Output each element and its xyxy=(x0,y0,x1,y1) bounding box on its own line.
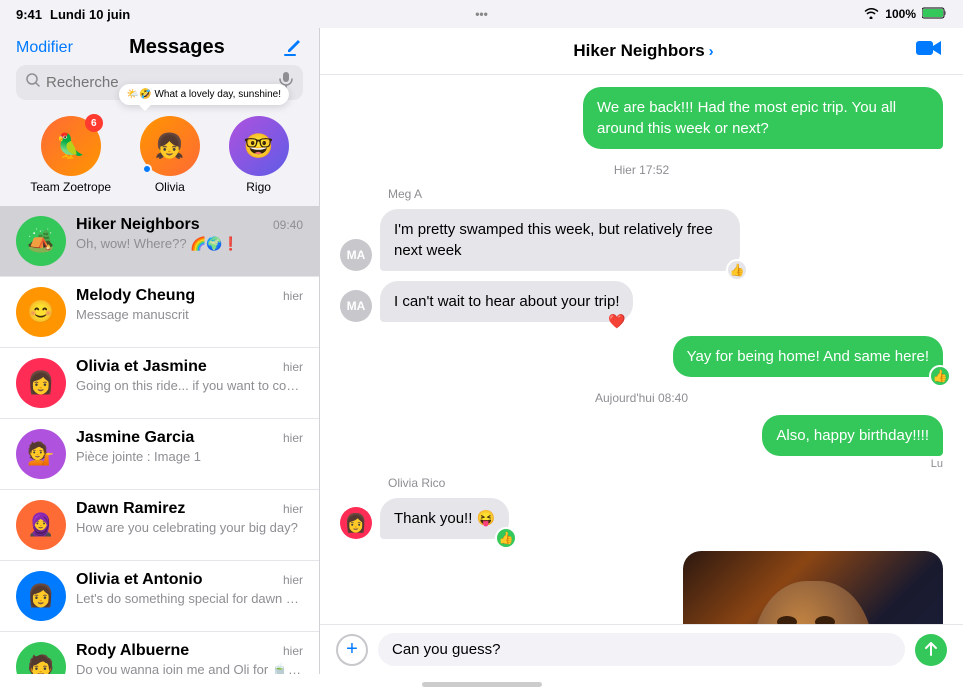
conv-preview: Going on this ride... if you want to com… xyxy=(76,378,303,393)
home-indicator xyxy=(0,674,963,694)
edit-button[interactable]: Modifier xyxy=(16,39,73,57)
pinned-name-rigo: Rigo xyxy=(246,180,271,194)
bubble-popup: 🌤️🤣 What a lovely day, sunshine! xyxy=(119,84,289,105)
pinned-contact-team-zoetrope[interactable]: 🦜 6 Team Zoetrope xyxy=(30,116,111,194)
blue-dot xyxy=(142,164,152,174)
read-receipt: Lu xyxy=(762,458,943,470)
home-bar xyxy=(422,682,542,687)
msg-avatar: MA xyxy=(340,290,372,322)
conv-preview: Do you wanna join me and Oli for 🍵☕🔍 bre… xyxy=(76,662,303,674)
video-call-button[interactable] xyxy=(915,38,943,64)
conv-name: Hiker Neighbors xyxy=(76,216,200,234)
conv-time: hier xyxy=(283,289,303,303)
message-row: Yay for being home! And same here! 👍 xyxy=(340,336,943,377)
battery-icon xyxy=(922,7,947,22)
reaction-heart-icon: ❤️ xyxy=(608,313,625,330)
chevron-right-icon: › xyxy=(709,43,714,60)
message-bubble: Yay for being home! And same here! xyxy=(673,336,943,377)
message-row: We are back!!! Had the most epic trip. Y… xyxy=(340,87,943,149)
message-row: MA I'm pretty swamped this week, but rel… xyxy=(340,209,943,271)
reaction-thumbs-icon: 👍 xyxy=(726,259,748,281)
conv-name: Olivia et Jasmine xyxy=(76,358,207,376)
message-row: Also, happy birthday!!!! Lu xyxy=(340,415,943,470)
conversation-item-hiker[interactable]: 🏕️ Hiker Neighbors 09:40 Oh, wow! Where?… xyxy=(0,206,319,277)
pinned-contacts-row: 🦜 6 Team Zoetrope 🌤️🤣 What a lovely day,… xyxy=(0,108,319,206)
conversation-item-olivia-jasmine[interactable]: 👩 Olivia et Jasmine hier Going on this r… xyxy=(0,348,319,419)
msg-avatar: MA xyxy=(340,239,372,271)
conversation-item-jasmine[interactable]: 💁 Jasmine Garcia hier Pièce jointe : Ima… xyxy=(0,419,319,490)
message-bubble: I can't wait to hear about your trip! xyxy=(380,281,633,322)
time: 9:41 xyxy=(16,7,42,22)
conv-name: Melody Cheung xyxy=(76,287,195,305)
date: Lundi 10 juin xyxy=(50,7,130,22)
sender-label: Olivia Rico xyxy=(340,476,943,490)
conv-preview: Oh, wow! Where?? 🌈🌍❗️ xyxy=(76,236,303,252)
search-icon xyxy=(26,73,40,92)
conversation-item-dawn[interactable]: 🧕 Dawn Ramirez hier How are you celebrat… xyxy=(0,490,319,561)
pinned-contact-olivia[interactable]: 🌤️🤣 What a lovely day, sunshine! 👧 Olivi… xyxy=(140,116,200,194)
pinned-name: Team Zoetrope xyxy=(30,180,111,194)
conv-name: Rody Albuerne xyxy=(76,642,189,660)
message-bubble: Thank you!! 😝 xyxy=(380,498,509,539)
message-row: MA I can't wait to hear about your trip!… xyxy=(340,281,943,322)
conv-preview: Message manuscrit xyxy=(76,307,303,322)
conv-time: hier xyxy=(283,502,303,516)
input-bar: + xyxy=(320,624,963,674)
pinned-name-olivia: Olivia xyxy=(155,180,185,194)
status-right: 100% xyxy=(863,7,947,22)
messages-area: We are back!!! Had the most epic trip. Y… xyxy=(320,75,963,624)
conv-time: hier xyxy=(283,360,303,374)
messages-list-panel: Modifier Messages xyxy=(0,28,320,674)
conversation-item-olivia-antonio[interactable]: 👩 Olivia et Antonio hier Let's do someth… xyxy=(0,561,319,632)
message-bubble: Also, happy birthday!!!! xyxy=(762,415,943,456)
conv-time: 09:40 xyxy=(273,218,303,232)
compose-button[interactable] xyxy=(281,37,303,59)
status-left: 9:41 Lundi 10 juin xyxy=(16,7,130,22)
conversation-item-melody[interactable]: 😊 Melody Cheung hier Message manuscrit xyxy=(0,277,319,348)
chat-panel: Hiker Neighbors › We are back!!! Had the… xyxy=(320,28,963,674)
conversation-list: 🏕️ Hiker Neighbors 09:40 Oh, wow! Where?… xyxy=(0,206,319,674)
photo-face xyxy=(753,581,873,624)
time-label: Aujourd'hui 08:40 xyxy=(340,391,943,405)
message-row xyxy=(340,551,943,624)
battery-percent: 100% xyxy=(885,7,916,21)
conv-time: hier xyxy=(283,431,303,445)
conv-time: hier xyxy=(283,644,303,658)
status-dots: ••• xyxy=(475,7,488,21)
app-container: Modifier Messages xyxy=(0,28,963,674)
status-bar: 9:41 Lundi 10 juin ••• 100% xyxy=(0,0,963,28)
message-bubble: We are back!!! Had the most epic trip. Y… xyxy=(583,87,943,149)
msg-avatar: 👩 xyxy=(340,507,372,539)
reaction-thumbs-green-icon: 👍 xyxy=(929,365,951,387)
conv-time: hier xyxy=(283,573,303,587)
message-row: 👩 Thank you!! 😝 👍 xyxy=(340,498,943,539)
conv-name: Jasmine Garcia xyxy=(76,429,194,447)
conv-preview: Let's do something special for dawn at t… xyxy=(76,591,303,606)
conv-name: Olivia et Antonio xyxy=(76,571,203,589)
sender-label: Meg A xyxy=(340,187,943,201)
message-bubble: I'm pretty swamped this week, but relati… xyxy=(380,209,740,271)
wifi-icon xyxy=(863,7,879,22)
send-button[interactable] xyxy=(915,634,947,666)
conv-name: Dawn Ramirez xyxy=(76,500,185,518)
conv-preview: How are you celebrating your big day? xyxy=(76,520,303,535)
group-name: Hiker Neighbors xyxy=(573,41,704,61)
messages-title: Messages xyxy=(129,36,225,59)
photo-message xyxy=(683,551,943,624)
add-attachment-button[interactable]: + xyxy=(336,634,368,666)
chat-header: Hiker Neighbors › xyxy=(320,28,963,75)
photo-placeholder xyxy=(683,551,943,624)
conversation-item-rody[interactable]: 🧑 Rody Albuerne hier Do you wanna join m… xyxy=(0,632,319,674)
chat-title-area[interactable]: Hiker Neighbors › xyxy=(573,41,713,61)
unread-badge: 6 xyxy=(85,114,103,132)
conv-preview: Pièce jointe : Image 1 xyxy=(76,449,303,464)
pinned-contact-rigo[interactable]: 🤓 Rigo xyxy=(229,116,289,194)
reaction-thumbs-green-icon: 👍 xyxy=(495,527,517,549)
message-input[interactable] xyxy=(378,633,905,666)
messages-header: Modifier Messages xyxy=(0,28,319,65)
time-label: Hier 17:52 xyxy=(340,163,943,177)
